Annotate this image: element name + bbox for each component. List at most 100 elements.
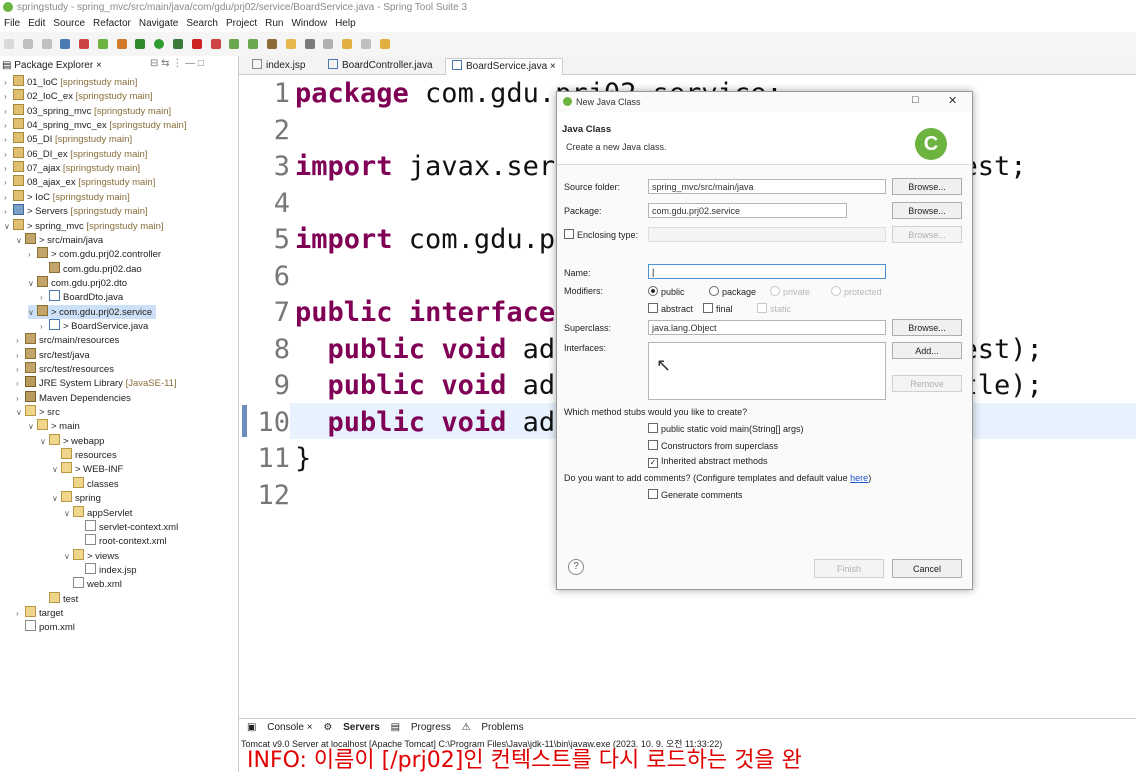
- configure-templates-link[interactable]: here: [850, 473, 868, 483]
- tree-item[interactable]: servlet-context.xml: [76, 519, 178, 534]
- superclass-field[interactable]: java.lang.Object: [648, 320, 886, 335]
- stub-main-checkbox[interactable]: public static void main(String[] args): [648, 423, 804, 434]
- modifier-protected-radio[interactable]: protected: [831, 286, 882, 297]
- menu-edit[interactable]: Edit: [24, 15, 49, 32]
- tree-item[interactable]: index.jsp: [76, 562, 137, 577]
- source-folder-browse-button[interactable]: Browse...: [892, 178, 962, 195]
- coverage-icon[interactable]: [173, 39, 184, 49]
- tree-item[interactable]: › Maven Dependencies: [16, 390, 131, 406]
- tree-item[interactable]: › BoardDto.java: [40, 290, 123, 304]
- modifier-abstract-checkbox[interactable]: abstract: [648, 303, 693, 314]
- tree-item[interactable]: ∨ > src: [16, 405, 60, 419]
- collapsed-arrow-icon[interactable]: ›: [4, 176, 13, 190]
- tree-item[interactable]: › > Servers [springstudy main]: [4, 204, 148, 218]
- source-folder-field[interactable]: spring_mvc/src/main/java: [648, 179, 886, 194]
- tree-item[interactable]: › 07_ajax [springstudy main]: [4, 161, 140, 175]
- expanded-arrow-icon[interactable]: ∨: [64, 507, 73, 521]
- stub-constructors-checkbox[interactable]: Constructors from superclass: [648, 440, 778, 451]
- collapsed-arrow-icon[interactable]: ›: [4, 205, 13, 219]
- collapsed-arrow-icon[interactable]: ›: [4, 105, 13, 119]
- new-icon[interactable]: [4, 39, 14, 49]
- expanded-arrow-icon[interactable]: ∨: [28, 420, 37, 434]
- tree-item[interactable]: › > BoardService.java: [40, 318, 148, 334]
- tree-item[interactable]: web.xml: [64, 577, 122, 591]
- new-class-icon[interactable]: [248, 39, 259, 49]
- collapsed-arrow-icon[interactable]: ›: [4, 133, 13, 147]
- package-field[interactable]: com.gdu.prj02.service: [648, 203, 847, 218]
- menu-refactor[interactable]: Refactor: [89, 15, 135, 32]
- modifier-private-radio[interactable]: private: [770, 286, 810, 297]
- new-package-icon[interactable]: [229, 39, 240, 49]
- collapsed-arrow-icon[interactable]: ›: [4, 191, 13, 205]
- skip-breakpoints-icon[interactable]: [79, 39, 90, 49]
- tree-item[interactable]: pom.xml: [16, 620, 75, 634]
- superclass-browse-button[interactable]: Browse...: [892, 319, 962, 336]
- class-name-field[interactable]: |: [648, 264, 886, 279]
- modifier-static-checkbox[interactable]: static: [757, 303, 791, 314]
- enclosing-type-browse-button[interactable]: Browse...: [892, 226, 962, 243]
- tab-servers[interactable]: ⚙ Servers: [323, 719, 379, 737]
- collapse-all-icon[interactable]: ⊟: [150, 58, 158, 69]
- save-all-icon[interactable]: [41, 39, 52, 49]
- modifier-public-radio[interactable]: public: [648, 286, 685, 297]
- collapsed-arrow-icon[interactable]: ›: [4, 162, 13, 176]
- tree-item[interactable]: › src/test/resources: [16, 362, 114, 376]
- minimize-icon[interactable]: —: [185, 58, 195, 69]
- collapsed-arrow-icon[interactable]: ›: [16, 349, 25, 363]
- tree-item[interactable]: ∨ > spring_mvc [springstudy main]: [4, 218, 164, 233]
- close-icon[interactable]: ✕: [948, 94, 957, 107]
- tree-item[interactable]: ∨ spring: [52, 491, 101, 505]
- tab-progress[interactable]: ▤ Progress: [391, 719, 451, 737]
- menu-run[interactable]: Run: [261, 15, 287, 32]
- tree-item[interactable]: ∨ > com.gdu.prj02.service: [28, 304, 157, 319]
- expanded-arrow-icon[interactable]: ∨: [16, 234, 25, 248]
- tree-item[interactable]: ∨ > WEB-INF: [52, 462, 123, 476]
- open-type-icon[interactable]: [266, 39, 277, 49]
- menu-project[interactable]: Project: [222, 15, 261, 32]
- expanded-arrow-icon[interactable]: ∨: [16, 406, 25, 420]
- tree-item[interactable]: › target: [16, 605, 63, 621]
- view-menu-icon[interactable]: ⋮: [172, 58, 182, 69]
- save-icon[interactable]: [22, 39, 33, 49]
- modifier-final-checkbox[interactable]: final: [703, 303, 733, 314]
- collapsed-arrow-icon[interactable]: ›: [16, 607, 25, 621]
- tree-item[interactable]: ∨ com.gdu.prj02.dto: [28, 275, 127, 290]
- pin-editor-icon[interactable]: [379, 39, 390, 49]
- tree-item[interactable]: test: [40, 591, 78, 606]
- maximize-icon[interactable]: □: [912, 94, 919, 106]
- enclosing-type-checkbox[interactable]: Enclosing type:: [564, 229, 638, 240]
- expanded-arrow-icon[interactable]: ∨: [52, 492, 61, 506]
- cancel-button[interactable]: Cancel: [892, 559, 962, 578]
- menu-window[interactable]: Window: [287, 15, 331, 32]
- link-with-editor-icon[interactable]: ⇆: [161, 58, 169, 69]
- collapsed-arrow-icon[interactable]: ›: [40, 320, 49, 334]
- annotation-nav-icon[interactable]: [323, 39, 334, 49]
- interfaces-list[interactable]: [648, 342, 886, 400]
- maximize-icon[interactable]: □: [198, 58, 204, 69]
- tree-item[interactable]: › JRE System Library [JavaSE-11]: [16, 376, 177, 390]
- collapsed-arrow-icon[interactable]: ›: [16, 377, 25, 391]
- tree-item[interactable]: › src/test/java: [16, 347, 90, 363]
- close-icon[interactable]: ×: [547, 61, 556, 72]
- debug-icon[interactable]: [135, 39, 146, 49]
- collapsed-arrow-icon[interactable]: ›: [16, 392, 25, 406]
- stub-inherited-checkbox[interactable]: ✓ Inherited abstract methods: [648, 456, 768, 468]
- open-task-icon[interactable]: [285, 39, 296, 49]
- interfaces-add-button[interactable]: Add...: [892, 342, 962, 359]
- tree-item[interactable]: ∨ > webapp: [40, 433, 104, 448]
- expanded-arrow-icon[interactable]: ∨: [64, 550, 73, 564]
- menu-file[interactable]: File: [0, 15, 24, 32]
- tree-item[interactable]: ∨ > views: [64, 548, 119, 564]
- modifier-package-radio[interactable]: package: [709, 286, 756, 297]
- tree-item[interactable]: › 04_spring_mvc_ex [springstudy main]: [4, 118, 186, 132]
- collapsed-arrow-icon[interactable]: ›: [16, 334, 25, 348]
- package-explorer-tab[interactable]: ▤ Package Explorer ×: [2, 58, 102, 73]
- tab-console[interactable]: ▣ Console ×: [247, 719, 313, 737]
- tree-item[interactable]: › 06_DI_ex [springstudy main]: [4, 146, 147, 161]
- interfaces-remove-button[interactable]: Remove: [892, 375, 962, 392]
- terminal-icon[interactable]: [60, 39, 71, 49]
- tree-item[interactable]: › 08_ajax_ex [springstudy main]: [4, 175, 155, 189]
- menu-navigate[interactable]: Navigate: [135, 15, 182, 32]
- forward-icon[interactable]: [360, 39, 371, 49]
- tree-item[interactable]: › src/main/resources: [16, 333, 119, 347]
